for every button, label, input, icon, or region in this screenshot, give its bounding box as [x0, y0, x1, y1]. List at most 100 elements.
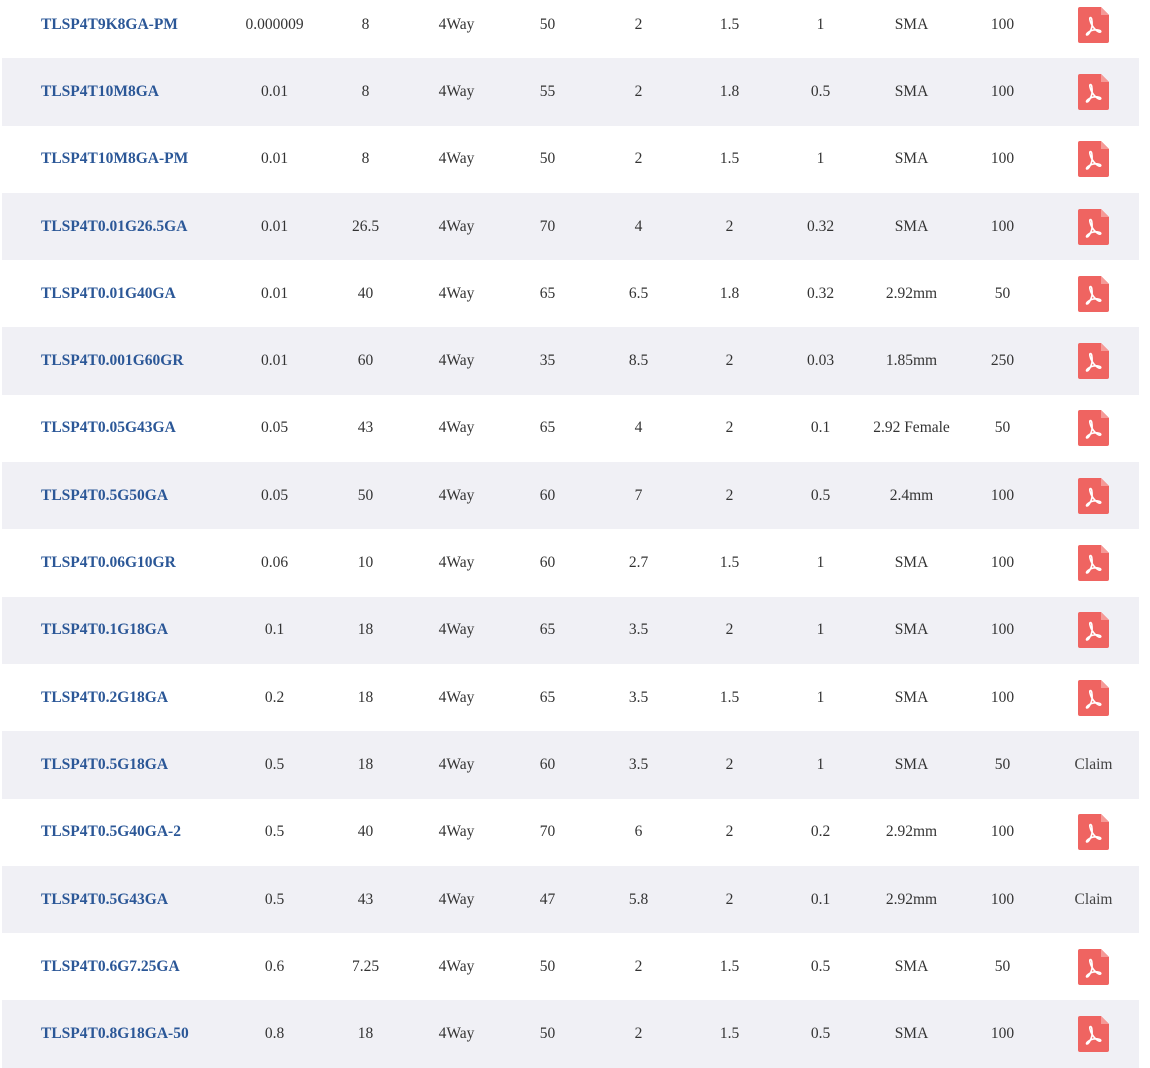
pdf-icon[interactable]	[1078, 275, 1109, 312]
pdf-icon[interactable]	[1078, 141, 1109, 178]
model-link[interactable]: TLSP4T0.01G40GA	[2, 285, 229, 303]
table-cell: 0.2	[810, 823, 831, 841]
table-cell: 0.5	[264, 755, 285, 773]
table-cell: 2	[725, 621, 734, 639]
model-link[interactable]: TLSP4T9K8GA-PM	[2, 16, 229, 34]
table-cell: 1	[816, 755, 825, 773]
table-cell: 100	[990, 621, 1015, 639]
table-row: TLSP4T0.06G10GR 0.06 10 4Way 60 2.7 1.5 1 SMA 100	[2, 529, 1139, 597]
claim-link[interactable]: Claim	[1075, 756, 1113, 774]
model-link[interactable]: TLSP4T10M8GA-PM	[2, 150, 229, 168]
datasheet-cell: Claim	[1048, 756, 1139, 774]
table-cell: SMA	[894, 1025, 929, 1043]
table-cell: 43	[357, 419, 374, 437]
pdf-icon[interactable]	[1078, 208, 1109, 245]
table-cell: 7	[634, 486, 643, 504]
pdf-icon[interactable]	[1078, 612, 1109, 649]
product-table: TLSP4T9K8GA-PM 0.000009 8 4Way 50 2 1.5 1 SMA 100…	[2, 0, 1139, 1068]
pdf-icon[interactable]	[1078, 343, 1109, 380]
pdf-icon[interactable]	[1078, 6, 1109, 43]
pdf-icon[interactable]	[1078, 410, 1109, 447]
pdf-icon[interactable]	[1078, 545, 1109, 582]
datasheet-cell	[1048, 208, 1139, 245]
model-link[interactable]: TLSP4T0.05G43GA	[2, 419, 229, 437]
model-link[interactable]: TLSP4T0.8G18GA-50	[2, 1025, 229, 1043]
table-cell: 0.5	[810, 957, 831, 975]
model-link[interactable]: TLSP4T0.1G18GA	[2, 621, 229, 639]
table-cell: 2.7	[628, 554, 649, 572]
table-cell: 100	[990, 82, 1015, 100]
table-cell: 18	[357, 755, 374, 773]
datasheet-cell	[1048, 141, 1139, 178]
model-link[interactable]: TLSP4T0.6G7.25GA	[2, 958, 229, 976]
table-cell: 0.01	[260, 82, 289, 100]
table-cell: 2	[634, 15, 643, 33]
table-cell: 18	[357, 1025, 374, 1043]
table-cell: 65	[539, 419, 556, 437]
table-cell: 50	[539, 150, 556, 168]
table-cell: 0.2	[264, 688, 285, 706]
table-cell: 6.5	[628, 284, 649, 302]
table-row: TLSP4T0.001G60GR 0.01 60 4Way 35 8.5 2 0.03 1.85…	[2, 327, 1139, 395]
model-link[interactable]: TLSP4T0.5G18GA	[2, 756, 229, 774]
model-link[interactable]: TLSP4T0.5G43GA	[2, 891, 229, 909]
model-link[interactable]: TLSP4T10M8GA	[2, 83, 229, 101]
table-cell: 100	[990, 554, 1015, 572]
pdf-icon[interactable]	[1078, 948, 1109, 985]
table-cell: 0.5	[810, 486, 831, 504]
table-cell: 0.5	[264, 890, 285, 908]
table-cell: 4Way	[438, 755, 475, 773]
claim-link[interactable]: Claim	[1075, 891, 1113, 909]
table-cell: 55	[539, 82, 556, 100]
table-cell: 4Way	[438, 352, 475, 370]
table-cell: SMA	[894, 82, 929, 100]
table-cell: 4Way	[438, 82, 475, 100]
table-cell: 26.5	[351, 217, 380, 235]
table-cell: 8.5	[628, 352, 649, 370]
model-link[interactable]: TLSP4T0.5G50GA	[2, 487, 229, 505]
table-cell: 100	[990, 15, 1015, 33]
datasheet-cell	[1048, 612, 1139, 649]
model-link[interactable]: TLSP4T0.2G18GA	[2, 689, 229, 707]
table-row: TLSP4T0.8G18GA-50 0.8 18 4Way 50 2 1.5 0.5 SMA 10…	[2, 1000, 1139, 1068]
pdf-icon[interactable]	[1078, 679, 1109, 716]
table-cell: SMA	[894, 688, 929, 706]
table-cell: 50	[357, 486, 374, 504]
model-link[interactable]: TLSP4T0.06G10GR	[2, 554, 229, 572]
table-row: TLSP4T10M8GA-PM 0.01 8 4Way 50 2 1.5 1 SMA 100	[2, 125, 1139, 193]
pdf-icon[interactable]	[1078, 73, 1109, 110]
table-cell: 18	[357, 621, 374, 639]
table-row: TLSP4T0.2G18GA 0.2 18 4Way 65 3.5 1.5 1 SMA 100	[2, 663, 1139, 732]
table-row: TLSP4T9K8GA-PM 0.000009 8 4Way 50 2 1.5 1 SMA 100	[2, 0, 1139, 59]
pdf-icon[interactable]	[1078, 814, 1109, 851]
table-cell: 1	[816, 150, 825, 168]
datasheet-cell	[1048, 948, 1139, 985]
table-cell: 0.03	[806, 352, 835, 370]
table-cell: 0.32	[806, 217, 835, 235]
table-cell: 0.01	[260, 217, 289, 235]
table-cell: 60	[539, 755, 556, 773]
datasheet-cell	[1048, 679, 1139, 716]
table-cell: 2	[725, 755, 734, 773]
table-cell: 100	[990, 486, 1015, 504]
table-cell: 2.4mm	[889, 486, 934, 504]
table-cell: 4Way	[438, 284, 475, 302]
table-cell: 2	[634, 957, 643, 975]
table-cell: 0.01	[260, 150, 289, 168]
table-cell: 1.5	[719, 15, 740, 33]
model-link[interactable]: TLSP4T0.001G60GR	[2, 352, 229, 370]
table-cell: 250	[990, 352, 1015, 370]
model-link[interactable]: TLSP4T0.01G26.5GA	[2, 218, 229, 236]
model-link[interactable]: TLSP4T0.5G40GA-2	[2, 823, 229, 841]
table-cell: 5.8	[628, 890, 649, 908]
table-cell: 2	[725, 890, 734, 908]
table-cell: 50	[994, 284, 1011, 302]
datasheet-cell	[1048, 410, 1139, 447]
pdf-icon[interactable]	[1078, 477, 1109, 514]
table-cell: 4Way	[438, 15, 475, 33]
table-cell: 6	[634, 823, 643, 841]
pdf-icon[interactable]	[1078, 1016, 1109, 1053]
table-cell: 8	[361, 82, 370, 100]
datasheet-cell	[1048, 814, 1139, 851]
table-cell: 70	[539, 217, 556, 235]
